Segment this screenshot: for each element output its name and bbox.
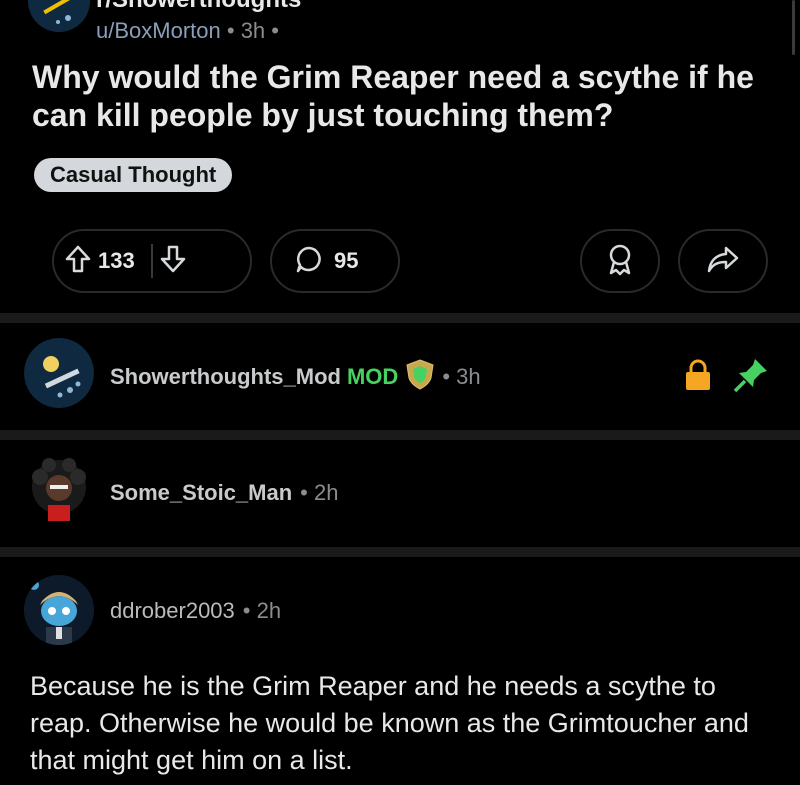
share-button[interactable]: [678, 229, 768, 293]
avatar[interactable]: [24, 338, 94, 408]
pin-icon: [732, 356, 770, 399]
post-title[interactable]: Why would the Grim Reaper need a scythe …: [32, 58, 772, 134]
comment-age: • 2h: [300, 480, 339, 505]
divider: [0, 430, 800, 440]
comment-age: • 3h: [442, 363, 481, 389]
subreddit-avatar[interactable]: [28, 0, 90, 32]
comment-bubble-icon: [294, 244, 324, 279]
vote-separator: [150, 244, 153, 278]
comment-count: 95: [334, 248, 359, 273]
vote-bar: 133: [52, 229, 252, 293]
subreddit-name[interactable]: r/Showerthoughts: [96, 0, 301, 14]
comment-author[interactable]: Some_Stoic_Man: [110, 480, 292, 506]
comment-header: Some_Stoic_Man • 2h: [110, 480, 338, 506]
post-flair[interactable]: Casual Thought: [34, 158, 233, 192]
shield-icon: [404, 358, 436, 395]
post-meta: u/BoxMorton • 3h •: [96, 18, 279, 43]
comments-button[interactable]: 95: [270, 229, 400, 293]
scrollbar[interactable]: [792, 0, 795, 55]
post-age: 3h: [240, 18, 266, 43]
mod-badge: MOD: [346, 363, 399, 389]
upvote-count: 133: [98, 248, 135, 273]
divider: [0, 547, 800, 557]
avatar[interactable]: [24, 455, 94, 525]
avatar[interactable]: [24, 575, 94, 645]
award-button[interactable]: [580, 229, 660, 293]
downvote-icon[interactable]: [159, 244, 187, 279]
post-author[interactable]: u/BoxMorton: [96, 18, 221, 43]
comment-author[interactable]: Showerthoughts_Mod: [110, 364, 341, 390]
share-arrow-icon: [706, 244, 740, 279]
comment-header: ddrober2003 • 2h: [110, 598, 281, 624]
comment-body: Because he is the Grim Reaper and he nee…: [30, 671, 749, 775]
award-icon: [605, 242, 635, 281]
divider: [0, 313, 800, 323]
comment-header: Showerthoughts_Mod MOD • 3h: [110, 358, 481, 395]
comment-age: • 2h: [242, 598, 282, 623]
upvote-icon[interactable]: [64, 244, 92, 279]
comment-author[interactable]: ddrober2003: [110, 598, 235, 624]
lock-icon: [683, 358, 713, 397]
